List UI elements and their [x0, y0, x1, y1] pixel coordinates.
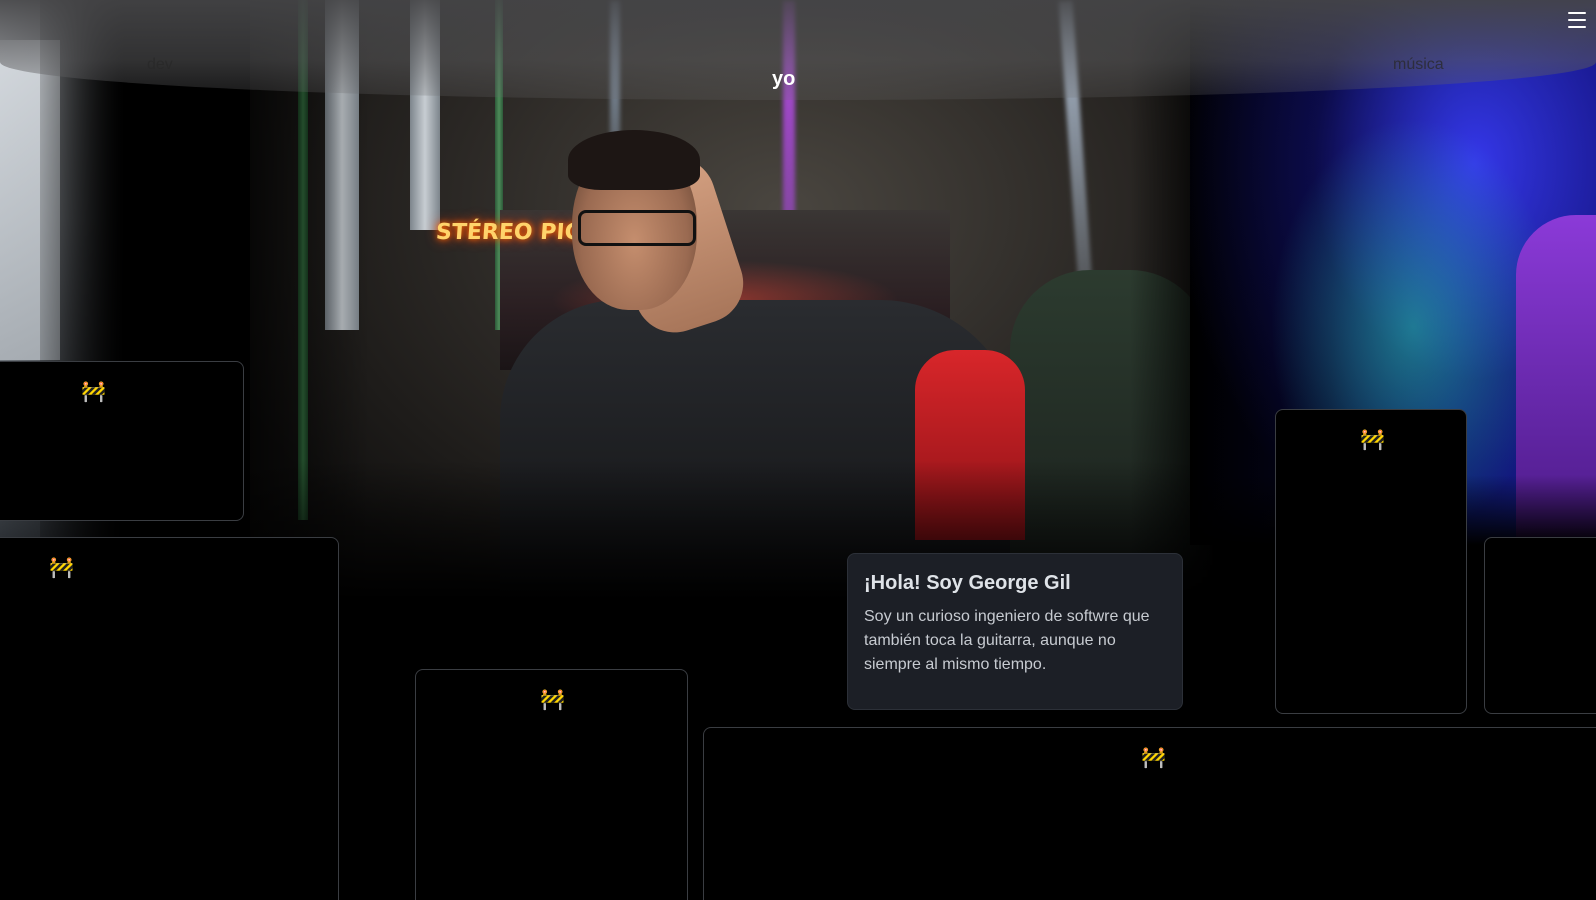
intro-card: ¡Hola! Soy George Gil Soy un curioso ing…	[847, 553, 1183, 710]
placeholder-card[interactable]: 🚧	[0, 537, 339, 900]
nav-item-yo[interactable]: yo	[772, 68, 795, 91]
nav-item-musica[interactable]: música	[1393, 56, 1444, 74]
placeholder-card[interactable]	[1484, 537, 1596, 714]
placeholder-card[interactable]: 🚧	[0, 361, 244, 521]
top-nav	[0, 0, 1596, 100]
placeholder-card[interactable]: 🚧	[1275, 409, 1467, 714]
construction-icon: 🚧	[1360, 427, 1385, 451]
intro-title: ¡Hola! Soy George Gil	[864, 572, 1071, 594]
construction-icon: 🚧	[540, 687, 565, 711]
page: STÉREO PICNIC dev yo música 🚧 🚧 🚧 🚧 🚧 ¡H…	[0, 0, 1596, 900]
construction-icon: 🚧	[1141, 745, 1166, 769]
nav-item-dev[interactable]: dev	[147, 56, 173, 74]
placeholder-card[interactable]: 🚧	[415, 669, 688, 900]
placeholder-card[interactable]: 🚧	[703, 727, 1596, 900]
portrait-person	[560, 130, 720, 600]
intro-body: Soy un curioso ingeniero de softwre que …	[864, 608, 1150, 673]
hamburger-menu-icon[interactable]	[1568, 12, 1586, 28]
construction-icon: 🚧	[81, 379, 106, 403]
construction-icon: 🚧	[49, 555, 74, 579]
